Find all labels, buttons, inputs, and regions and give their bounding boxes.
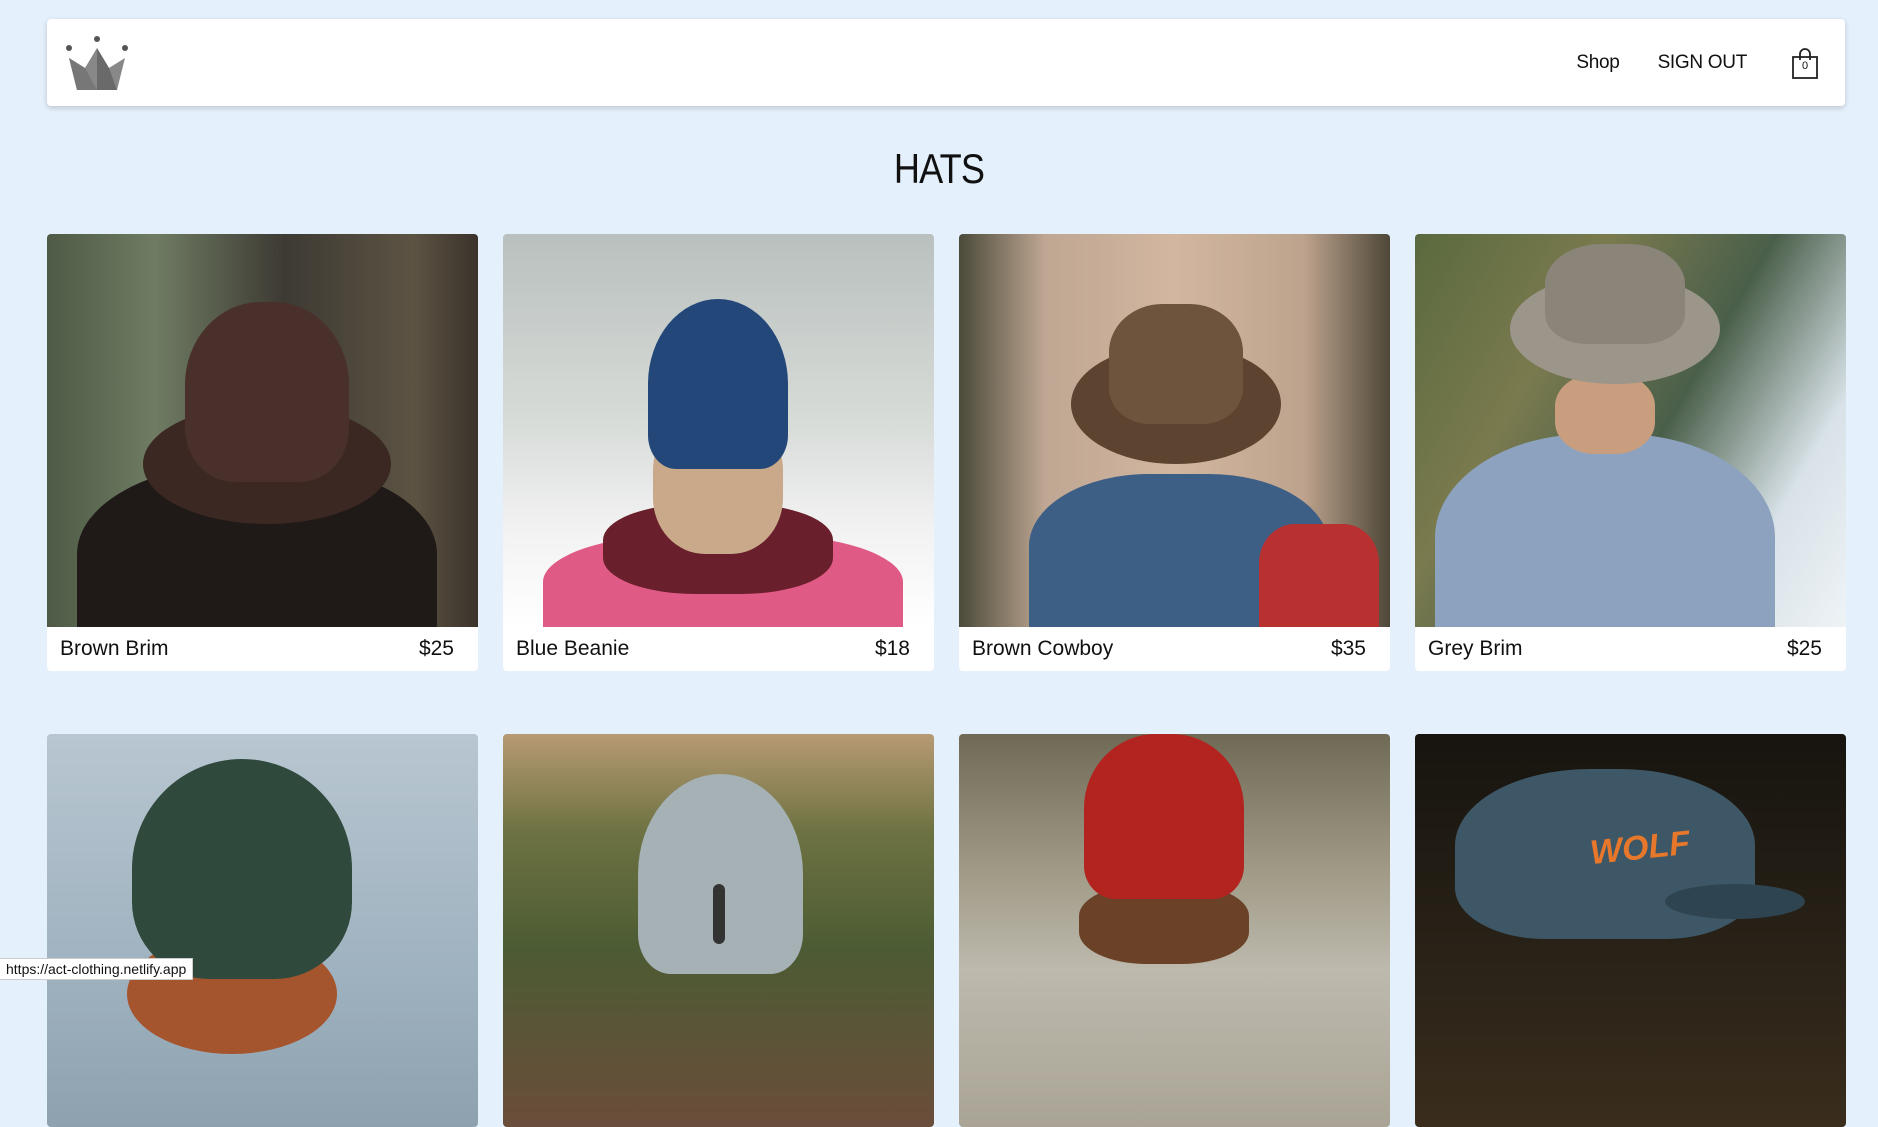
product-card[interactable]: Grey Brim $25 [1415, 234, 1846, 671]
product-image[interactable] [503, 734, 934, 1127]
product-image[interactable] [1415, 234, 1846, 627]
hat-crown [185, 302, 349, 482]
shop-link[interactable]: Shop [1576, 52, 1619, 74]
hat-crown [1109, 304, 1243, 424]
cap-visor [1665, 884, 1805, 919]
product-image[interactable] [959, 734, 1390, 1127]
product-info: Grey Brim $25 [1415, 627, 1846, 671]
cap [638, 774, 803, 974]
product-image[interactable] [503, 234, 934, 627]
product-price: $18 [874, 637, 910, 660]
product-info: Brown Cowboy $35 [959, 627, 1390, 671]
sign-out-link[interactable]: SIGN OUT [1658, 52, 1748, 74]
product-card[interactable]: Brown Brim $25 [47, 234, 478, 671]
product-card[interactable] [47, 734, 478, 1127]
beanie [132, 759, 352, 979]
product-card[interactable]: Blue Beanie $18 [503, 234, 934, 671]
product-image[interactable] [47, 734, 478, 1127]
scarf-red [1259, 524, 1379, 627]
product-card[interactable] [503, 734, 934, 1127]
site-header: Shop SIGN OUT 0 [47, 19, 1845, 106]
browser-status-url: https://act-clothing.netlify.app [0, 958, 194, 980]
product-info: Brown Brim $25 [47, 627, 478, 671]
sweater [1435, 434, 1775, 627]
product-name: Blue Beanie [516, 637, 630, 660]
crown-logo-icon[interactable] [65, 36, 129, 90]
product-info: Blue Beanie $18 [503, 627, 934, 671]
product-name: Brown Brim [60, 637, 169, 660]
hat-crown [1545, 244, 1685, 344]
beanie [1084, 734, 1244, 899]
palm-tree-icon [713, 884, 725, 944]
cart-count: 0 [1801, 59, 1809, 72]
product-card[interactable]: Brown Cowboy $35 [959, 234, 1390, 671]
beanie [648, 299, 788, 469]
product-card[interactable]: WOLF [1415, 734, 1846, 1127]
page-title: HATS [893, 145, 985, 192]
product-price: $35 [1330, 637, 1366, 660]
neck [1555, 374, 1655, 454]
product-image[interactable] [47, 234, 478, 627]
product-image[interactable]: WOLF [1415, 734, 1846, 1127]
product-price: $25 [1786, 637, 1822, 660]
product-card[interactable] [959, 734, 1390, 1127]
product-name: Brown Cowboy [972, 637, 1114, 660]
cart-button[interactable]: 0 [1791, 47, 1819, 79]
product-name: Grey Brim [1428, 637, 1523, 660]
product-price: $25 [418, 637, 454, 660]
product-image[interactable] [959, 234, 1390, 627]
header-nav: Shop SIGN OUT 0 [1576, 19, 1819, 106]
